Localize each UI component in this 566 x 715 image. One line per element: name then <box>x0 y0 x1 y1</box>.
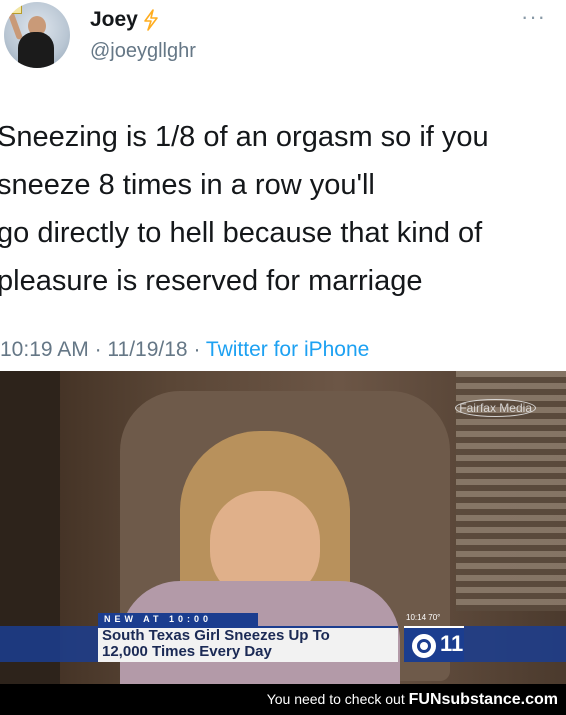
lightning-bolt-icon <box>142 9 160 31</box>
tweet-text-line: Sneezing is 1/8 of an orgasm so if you <box>0 121 489 153</box>
tweet-text-line: pleasure is reserved for marriage <box>0 265 423 297</box>
more-options-icon[interactable]: ··· <box>521 4 546 30</box>
media-watermark: Fairfax Media <box>455 399 536 417</box>
display-name[interactable]: Joey <box>90 8 138 32</box>
tweet-time[interactable]: 10:19 AM <box>0 338 89 361</box>
tweet-date[interactable]: 11/19/18 <box>107 338 187 361</box>
meta-separator: · <box>94 338 102 361</box>
footer-promo[interactable]: You need to check out FUNsubstance.com <box>267 691 558 709</box>
tweet-text-line: go directly to hell because that kind of <box>0 217 483 249</box>
footer-banner: You need to check out FUNsubstance.com <box>0 684 566 715</box>
tweet-text: Sneezing is 1/8 of an orgasm so if you s… <box>0 113 563 305</box>
footer-brand[interactable]: FUNsubstance.com <box>409 691 558 708</box>
station-number: 11 <box>440 631 464 656</box>
name-row: Joey <box>90 8 160 32</box>
tweet-header: Joey @joeygllghr ··· <box>0 0 566 90</box>
headline-line-1: South Texas Girl Sneezes Up To <box>102 627 330 644</box>
time-badge: 10:14 70° <box>406 613 441 622</box>
avatar[interactable] <box>4 2 70 68</box>
tweet-text-line: sneeze 8 times in a row you'll <box>0 169 375 201</box>
headline-line-2: 12,000 Times Every Day <box>102 643 272 660</box>
news-lower-third: South Texas Girl Sneezes Up To 12,000 Ti… <box>98 626 398 662</box>
tweet-source-link[interactable]: Twitter for iPhone <box>206 338 369 361</box>
station-logo-icon: 11 <box>404 626 464 662</box>
news-tag: NEW AT 10:00 <box>98 613 258 626</box>
tweet-meta: 10:19 AM · 11/19/18 · Twitter for iPhone <box>0 338 369 362</box>
user-handle[interactable]: @joeygllghr <box>90 40 196 63</box>
footer-promo-text: You need to check out <box>266 691 405 707</box>
tweet-media-image[interactable]: Fairfax Media NEW AT 10:00 South Texas G… <box>0 371 566 684</box>
meta-separator: · <box>193 338 201 361</box>
